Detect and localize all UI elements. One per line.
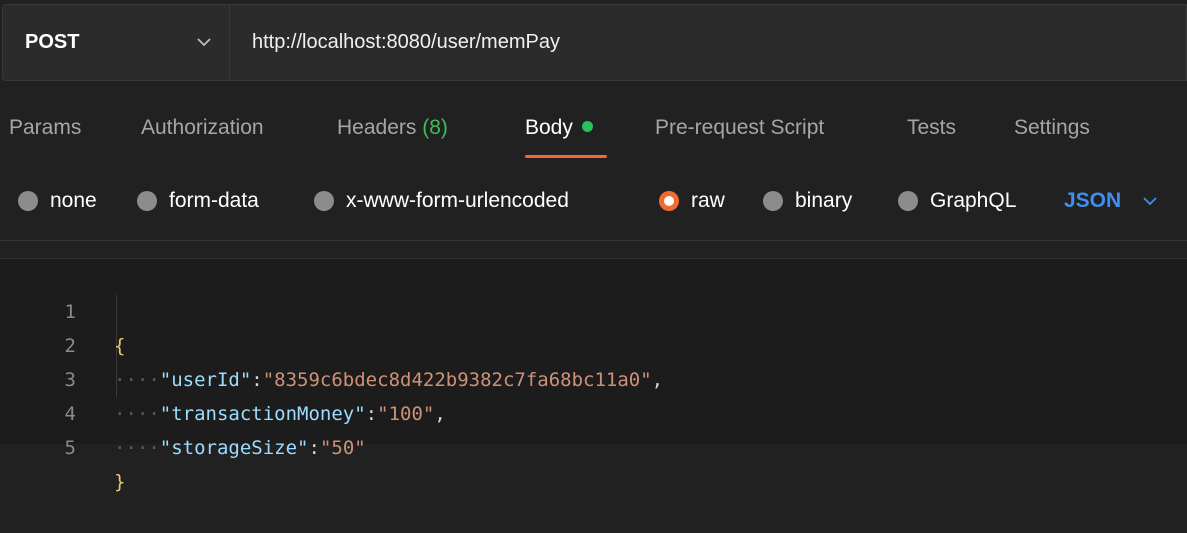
- headers-count-badge: (8): [422, 116, 448, 139]
- chevron-down-icon: [1143, 196, 1157, 206]
- editor-line: 1 {: [0, 261, 1187, 357]
- radio-label: binary: [795, 189, 853, 212]
- method-select[interactable]: POST: [3, 5, 230, 80]
- close-brace: }: [114, 471, 126, 493]
- radio-binary[interactable]: binary: [763, 181, 852, 221]
- request-tabs: Params Authorization Headers (8) Body Pr…: [0, 108, 1187, 158]
- json-value: "50": [319, 437, 366, 459]
- tab-headers[interactable]: Headers (8): [337, 108, 448, 148]
- radio-icon: [18, 191, 38, 211]
- active-tab-indicator: [525, 155, 607, 158]
- radio-icon: [898, 191, 918, 211]
- editor-line: 3 ····"transactionMoney":"100",: [0, 329, 1187, 425]
- radio-label: GraphQL: [930, 189, 1017, 212]
- radio-selected-icon: [659, 191, 679, 211]
- format-dropdown[interactable]: JSON: [1064, 181, 1157, 221]
- body-code-editor[interactable]: 1 { 2 ····"userId":"8359c6bdec8d422b9382…: [0, 258, 1187, 493]
- tab-label: Pre-request Script: [655, 116, 825, 139]
- tab-body[interactable]: Body: [525, 108, 593, 148]
- json-key: "storageSize": [159, 437, 309, 459]
- radio-raw[interactable]: raw: [659, 181, 725, 221]
- tab-label: Authorization: [141, 116, 264, 139]
- tab-label: Headers: [337, 116, 417, 139]
- radio-x-www-form-urlencoded[interactable]: x-www-form-urlencoded: [314, 181, 569, 221]
- tab-tests[interactable]: Tests: [907, 108, 956, 148]
- radio-label: form-data: [169, 189, 259, 212]
- tab-settings[interactable]: Settings: [1014, 108, 1090, 148]
- tab-params[interactable]: Params: [9, 108, 81, 148]
- body-type-radios: none form-data x-www-form-urlencoded raw…: [0, 181, 1187, 221]
- radio-form-data[interactable]: form-data: [137, 181, 259, 221]
- editor-line: 4 ····"storageSize":"50": [0, 363, 1187, 459]
- url-input[interactable]: [230, 5, 1186, 80]
- radio-label: x-www-form-urlencoded: [346, 189, 569, 212]
- tab-label: Tests: [907, 116, 957, 139]
- radio-icon: [137, 191, 157, 211]
- divider: [0, 240, 1187, 241]
- chevron-down-icon: [197, 38, 211, 47]
- line-number: 5: [64, 437, 76, 459]
- request-url-bar: POST: [2, 4, 1187, 81]
- tab-label: Body: [525, 116, 573, 139]
- tab-pre-request-script[interactable]: Pre-request Script: [655, 108, 824, 148]
- tab-label: Settings: [1014, 116, 1090, 139]
- radio-none[interactable]: none: [18, 181, 97, 221]
- radio-graphql[interactable]: GraphQL: [898, 181, 1016, 221]
- format-label: JSON: [1064, 189, 1122, 212]
- radio-label: raw: [691, 189, 725, 212]
- radio-label: none: [50, 189, 97, 212]
- tab-label: Params: [9, 116, 82, 139]
- editor-line: 2 ····"userId":"8359c6bdec8d422b9382c7fa…: [0, 295, 1187, 391]
- indent-whitespace: ····: [114, 437, 160, 459]
- status-dot-icon: [581, 120, 593, 132]
- editor-line: 5 }: [0, 397, 1187, 493]
- radio-icon: [763, 191, 783, 211]
- tab-authorization[interactable]: Authorization: [141, 108, 264, 148]
- method-label: POST: [25, 31, 80, 53]
- radio-icon: [314, 191, 334, 211]
